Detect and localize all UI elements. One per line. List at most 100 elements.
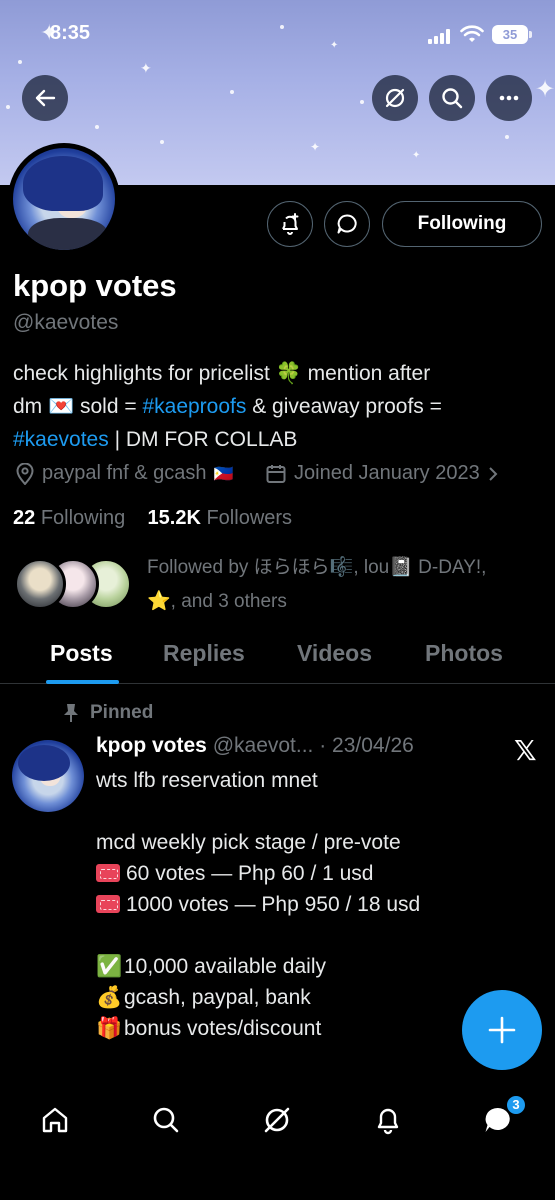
- joined-text: Joined January 2023: [294, 462, 480, 484]
- battery-icon: 35: [492, 25, 532, 44]
- wifi-icon: [460, 25, 484, 42]
- follower-avatar[interactable]: [14, 558, 66, 610]
- post-author-avatar[interactable]: [12, 740, 84, 812]
- bio-text: | DM FOR COLLAB: [108, 428, 298, 451]
- plus-icon: [488, 1016, 516, 1044]
- followers-label: Followers: [206, 507, 293, 529]
- post-line-text: 10,000 available daily: [124, 955, 326, 978]
- chat-bubble-icon: [337, 214, 357, 234]
- x-logo-icon: 𝕏: [514, 734, 537, 767]
- bio-text: dm: [13, 395, 49, 418]
- following-label: Following: [40, 507, 126, 529]
- profile-joined-date[interactable]: Joined January 2023: [265, 462, 499, 485]
- calendar-icon: [266, 464, 286, 483]
- tab-photos[interactable]: Photos: [425, 640, 503, 667]
- post-line: 60 votes — Php 60 / 1 usd: [96, 858, 536, 889]
- more-button[interactable]: [486, 75, 532, 121]
- followed-by-line: Followed by ほらほら🎼, lou📓 D-DAY!,: [147, 557, 487, 578]
- banner-star: ✦: [310, 140, 321, 154]
- post-line-text: gcash, paypal, bank: [124, 986, 311, 1009]
- clover-emoji: 🍀: [275, 362, 302, 385]
- user-handle: @kaevotes: [13, 311, 119, 334]
- post-line-text: bonus votes/discount: [124, 1017, 322, 1040]
- signal-icon: [428, 28, 452, 44]
- following-count: 22: [13, 507, 36, 529]
- check-emoji: ✅: [96, 955, 123, 978]
- display-name: kpop votes: [13, 268, 177, 303]
- bell-icon: [377, 1108, 399, 1135]
- banner-dot: [505, 135, 509, 139]
- bottom-navigation: [0, 1080, 555, 1200]
- followers-count: 15.2K: [147, 507, 201, 529]
- message-button[interactable]: [324, 201, 370, 247]
- compose-post-button[interactable]: [462, 990, 542, 1070]
- philippines-flag-emoji: 🇵🇭: [213, 465, 234, 483]
- home-icon: [42, 1107, 68, 1133]
- search-icon: [153, 1107, 179, 1133]
- banner-dot: [160, 140, 164, 144]
- grok-button[interactable]: [372, 75, 418, 121]
- banner-dot: [6, 105, 10, 109]
- tab-videos[interactable]: Videos: [297, 640, 372, 667]
- tab-posts[interactable]: Posts: [50, 640, 113, 667]
- nav-search[interactable]: [146, 1100, 186, 1140]
- status-bar: 8:35 35: [0, 0, 555, 70]
- banner-star: ✦: [535, 76, 555, 103]
- followed-by-line: ⭐, and 3 others: [147, 591, 287, 612]
- banner-dot: [360, 100, 364, 104]
- nav-notifications[interactable]: [368, 1100, 408, 1140]
- messages-badge: 3: [505, 1094, 527, 1116]
- grok-icon: [264, 1107, 290, 1133]
- followed-by-text[interactable]: Followed by ほらほら🎼, lou📓 D-DAY!, ⭐, and 3…: [147, 551, 527, 619]
- notifications-toggle-button[interactable]: [267, 201, 313, 247]
- profile-location: paypal fnf & gcash 🇵🇭: [15, 462, 233, 485]
- tab-replies[interactable]: Replies: [163, 640, 245, 667]
- followers-count-link[interactable]: 15.2K Followers: [148, 507, 293, 529]
- follow-counts: 22 Following 15.2K Followers: [13, 507, 292, 530]
- banner-dot: [230, 90, 234, 94]
- nav-home[interactable]: [35, 1100, 75, 1140]
- profile-tabs: Posts Replies Videos Photos: [0, 630, 555, 684]
- grok-icon: [385, 88, 405, 108]
- ticket-icon: [96, 895, 120, 913]
- chevron-right-icon: [488, 466, 498, 481]
- status-time: 8:35: [50, 22, 91, 44]
- back-button[interactable]: [22, 75, 68, 121]
- bio-text: & giveaway proofs =: [246, 395, 442, 418]
- post-body[interactable]: wts lfb reservation mnet mcd weekly pick…: [96, 765, 536, 1044]
- profile-bio: check highlights for pricelist 🍀 mention…: [13, 357, 538, 456]
- search-button[interactable]: [429, 75, 475, 121]
- more-icon: [499, 95, 519, 101]
- post-line: 1000 votes — Php 950 / 18 usd: [96, 889, 536, 920]
- active-tab-indicator: [46, 680, 119, 684]
- post-line: ✅10,000 available daily: [96, 951, 536, 982]
- arrow-left-icon: [35, 89, 56, 107]
- post-meta: @kaevot... · 23/04/26: [212, 734, 414, 757]
- post-header: kpop votes @kaevot... · 23/04/26: [96, 734, 414, 758]
- location-text: paypal fnf & gcash: [42, 462, 207, 484]
- profile-avatar[interactable]: [8, 143, 120, 255]
- gift-emoji: 🎁: [96, 1017, 123, 1040]
- post-author-name[interactable]: kpop votes: [96, 734, 207, 757]
- bell-plus-icon: [282, 213, 299, 235]
- pinned-text: Pinned: [90, 702, 154, 723]
- post-line-text: 60 votes — Php 60 / 1 usd: [126, 862, 374, 885]
- hashtag-link-kaeproofs[interactable]: #kaeproofs: [142, 395, 246, 418]
- post-line: mcd weekly pick stage / pre-vote: [96, 831, 401, 854]
- pin-icon: [64, 704, 78, 722]
- bio-text: mention after: [301, 362, 431, 385]
- search-icon: [442, 88, 463, 109]
- money-bag-emoji: 💰: [96, 986, 123, 1009]
- love-letter-emoji: 💌: [48, 395, 75, 418]
- avatar-hair-shape: [18, 745, 70, 781]
- avatar-hair-shape: [23, 156, 103, 211]
- hashtag-link-kaevotes[interactable]: #kaevotes: [13, 428, 109, 451]
- following-button[interactable]: Following: [382, 201, 542, 247]
- avatar-body-shape: [28, 218, 108, 250]
- following-count-link[interactable]: 22 Following: [13, 507, 125, 529]
- ticket-icon: [96, 864, 120, 882]
- location-pin-icon: [16, 462, 34, 485]
- banner-dot: [95, 125, 99, 129]
- nav-grok[interactable]: [257, 1100, 297, 1140]
